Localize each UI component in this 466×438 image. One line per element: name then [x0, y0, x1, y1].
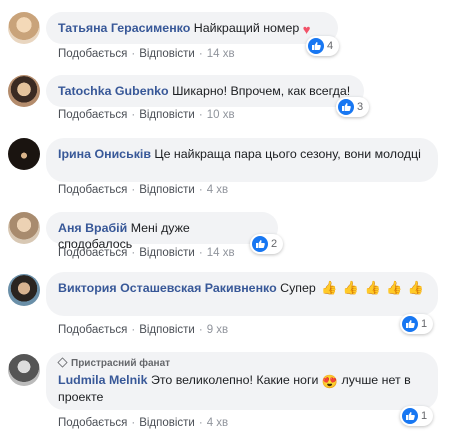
comment-text: Найкращий номер	[193, 21, 300, 35]
comment-bubble: Аня Врабій Мені дуже сподобалось	[46, 212, 278, 251]
comment-bubble: Ірина Ониськів Це найкраща пара цього се…	[46, 138, 438, 182]
reaction-count[interactable]: 1	[400, 314, 434, 334]
comment-author[interactable]: Tatochka Gubenko	[58, 84, 169, 98]
comment-author[interactable]: Ludmila Melnik	[58, 373, 148, 387]
comment-actions: Подобається · Відповісти · 4 хв	[58, 417, 229, 429]
reaction-count[interactable]: 3	[336, 97, 370, 117]
reply-link[interactable]: Відповісти	[139, 109, 195, 121]
comment-actions: Подобається · Відповісти · 10 хв	[58, 109, 235, 121]
comment-time[interactable]: 4 хв	[207, 184, 228, 196]
like-link[interactable]: Подобається	[58, 417, 127, 429]
like-link[interactable]: Подобається	[58, 184, 127, 196]
like-link[interactable]: Подобається	[58, 324, 127, 336]
like-icon	[402, 408, 418, 424]
comment-author[interactable]: Аня Врабій	[58, 221, 127, 235]
comment-actions: Подобається · Відповісти · 14 хв	[58, 247, 235, 259]
heart-icon: ♥	[302, 22, 311, 37]
like-link[interactable]: Подобається	[58, 48, 127, 60]
like-link[interactable]: Подобається	[58, 247, 127, 259]
comment-bubble: Виктория Осташевская Ракивненко Супер 👍 …	[46, 272, 438, 316]
comment-text: Це найкраща пара цього сезону, вони моло…	[154, 147, 421, 161]
thumbs-up-icon: 👍	[342, 280, 360, 295]
avatar[interactable]	[8, 354, 40, 386]
reaction-count[interactable]: 4	[306, 36, 340, 56]
reaction-number: 2	[271, 238, 278, 250]
comment-time[interactable]: 4 хв	[207, 417, 228, 429]
like-icon	[402, 316, 418, 332]
comment-text: Супер	[280, 281, 316, 295]
like-icon	[338, 99, 354, 115]
reaction-number: 1	[421, 318, 428, 330]
comment-actions: Подобається · Відповісти · 14 хв	[58, 48, 235, 60]
thumbs-up-icon: 👍	[364, 280, 381, 295]
top-fan-badge: Пристрасний фанат	[57, 357, 426, 370]
comment-time[interactable]: 9 хв	[207, 324, 228, 336]
like-icon	[308, 38, 324, 54]
comment-bubble: Татьяна Герасименко Найкращий номер ♥	[46, 12, 338, 44]
diamond-icon	[57, 357, 68, 368]
thumbs-up-icon: 👍	[407, 280, 424, 295]
like-icon	[252, 236, 268, 252]
avatar[interactable]	[8, 138, 40, 170]
avatar[interactable]	[8, 212, 40, 244]
comment-bubble: Tatochka Gubenko Шикарно! Впрочем, как в…	[46, 75, 364, 107]
reaction-count[interactable]: 2	[250, 234, 284, 254]
comment-actions: Подобається · Відповісти · 9 хв	[58, 324, 229, 336]
avatar[interactable]	[8, 75, 40, 107]
comment-bubble: Пристрасний фанат Ludmila Melnik Это вел…	[46, 352, 438, 410]
comment-time[interactable]: 10 хв	[207, 109, 235, 121]
comment-author[interactable]: Татьяна Герасименко	[58, 21, 190, 35]
avatar[interactable]	[8, 274, 40, 306]
avatar[interactable]	[8, 12, 40, 44]
reaction-number: 1	[421, 410, 428, 422]
comment-actions: Подобається · Відповісти · 4 хв	[58, 184, 229, 196]
comment-time[interactable]: 14 хв	[207, 48, 235, 60]
thumbs-up-icon: 👍	[386, 280, 403, 295]
comment-author[interactable]: Виктория Осташевская Ракивненко	[58, 281, 277, 295]
reaction-count[interactable]: 1	[400, 406, 434, 426]
thumbs-up-icon: 👍	[321, 280, 338, 295]
reply-link[interactable]: Відповісти	[139, 417, 195, 429]
like-link[interactable]: Подобається	[58, 109, 127, 121]
comment-text: Шикарно! Впрочем, как всегда!	[172, 84, 351, 98]
comment-time[interactable]: 14 хв	[207, 247, 235, 259]
reply-link[interactable]: Відповісти	[139, 247, 195, 259]
reaction-number: 4	[327, 40, 334, 52]
comment-author[interactable]: Ірина Ониськів	[58, 147, 151, 161]
reaction-number: 3	[357, 101, 364, 113]
comment-text: Это великолепно! Какие ноги	[150, 373, 319, 387]
heart-eyes-icon: 😍	[321, 374, 339, 389]
reply-link[interactable]: Відповісти	[139, 324, 195, 336]
reply-link[interactable]: Відповісти	[139, 184, 195, 196]
reply-link[interactable]: Відповісти	[139, 48, 195, 60]
